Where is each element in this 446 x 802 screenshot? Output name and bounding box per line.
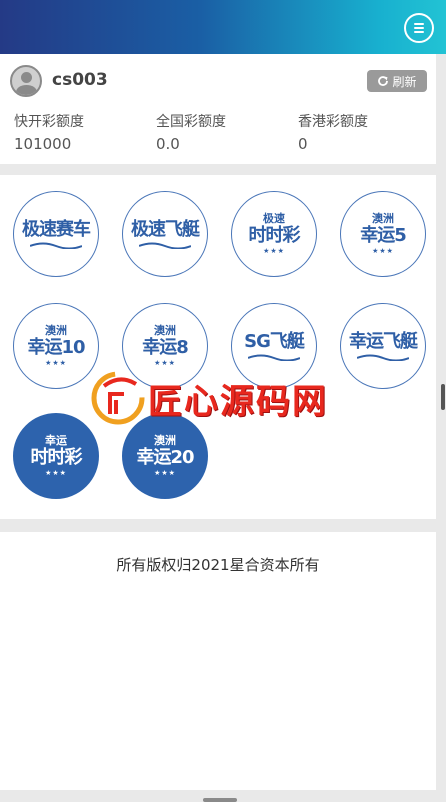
copyright-text: 所有版权归2021星合资本所有	[116, 556, 320, 574]
avatar-head	[21, 72, 32, 83]
game-label: 时时彩	[248, 225, 301, 246]
game-sub-label: 澳洲	[372, 212, 394, 225]
game-sub-label: 极速	[263, 212, 285, 225]
scrollbar-handle[interactable]	[441, 384, 445, 410]
refresh-icon	[378, 76, 389, 86]
quota-value: 0.0	[156, 135, 180, 153]
game-label: 时时彩	[30, 447, 83, 468]
watermark-logo-icon	[91, 371, 145, 425]
game-label: SG飞艇	[244, 331, 305, 352]
game-label: 幸运10	[27, 337, 85, 358]
game-label: 幸运20	[136, 447, 194, 468]
stars-icon: ★★★	[45, 469, 67, 477]
quota-national: 全国彩额度 0.0	[156, 112, 296, 156]
quota-fast: 快开彩额度 101000	[14, 112, 154, 156]
game-grid: 极速赛车 极速飞艇 极速 时时彩 ★★★ 澳洲 幸运5 ★★★ 澳洲 幸运10 …	[0, 175, 436, 519]
home-indicator	[203, 798, 237, 802]
stars-icon: ★★★	[154, 359, 176, 367]
stars-icon: ★★★	[45, 359, 67, 367]
hamburger-icon-line	[414, 27, 424, 29]
game-sub-label: 澳洲	[154, 434, 176, 447]
stars-icon: ★★★	[372, 247, 394, 255]
quota-value: 0	[298, 135, 308, 153]
game-jisu-shishicai[interactable]: 极速 时时彩 ★★★	[231, 191, 317, 277]
game-jisu-saiche[interactable]: 极速赛车	[13, 191, 99, 277]
top-header	[0, 0, 446, 54]
stars-icon: ★★★	[263, 247, 285, 255]
watermark: 匠心源码网	[90, 368, 380, 428]
refresh-button[interactable]: 刷新	[367, 70, 427, 92]
game-jisu-feiting[interactable]: 极速飞艇	[122, 191, 208, 277]
game-label: 极速飞艇	[131, 219, 200, 240]
refresh-label: 刷新	[392, 74, 417, 89]
wave-icon	[357, 354, 409, 361]
game-sub-label: 澳洲	[154, 324, 176, 337]
watermark-text: 匠心源码网	[148, 381, 328, 422]
game-sub-label: 澳洲	[45, 324, 67, 337]
game-aozhou-xingyun10[interactable]: 澳洲 幸运10 ★★★	[13, 303, 99, 389]
quota-hongkong: 香港彩额度 0	[298, 112, 438, 156]
quota-label: 香港彩额度	[298, 114, 368, 130]
quota-row: 快开彩额度 101000 全国彩额度 0.0 香港彩额度 0	[0, 112, 436, 160]
username: cs003	[52, 70, 108, 90]
user-panel: cs003 刷新 快开彩额度 101000 全国彩额度 0.0 香港彩额度 0	[0, 54, 436, 164]
quota-value: 101000	[14, 135, 72, 153]
stars-icon: ★★★	[154, 469, 176, 477]
game-label: 极速赛车	[22, 219, 91, 240]
wave-icon	[139, 242, 191, 249]
wave-icon	[30, 242, 82, 249]
wave-icon	[248, 354, 300, 361]
avatar	[10, 65, 42, 97]
game-aozhou-xingyun5[interactable]: 澳洲 幸运5 ★★★	[340, 191, 426, 277]
hamburger-icon-line	[414, 31, 424, 33]
quota-label: 快开彩额度	[14, 114, 84, 130]
game-label: 幸运5	[360, 225, 407, 246]
game-xingyun-shishicai[interactable]: 幸运 时时彩 ★★★	[13, 413, 99, 499]
game-label: 幸运8	[142, 337, 189, 358]
avatar-body	[16, 85, 37, 95]
menu-button[interactable]	[404, 13, 434, 43]
footer: 所有版权归2021星合资本所有	[0, 532, 436, 790]
game-sub-label: 幸运	[45, 434, 67, 447]
hamburger-icon	[414, 23, 424, 25]
quota-label: 全国彩额度	[156, 114, 226, 130]
game-label: 幸运飞艇	[349, 331, 418, 352]
